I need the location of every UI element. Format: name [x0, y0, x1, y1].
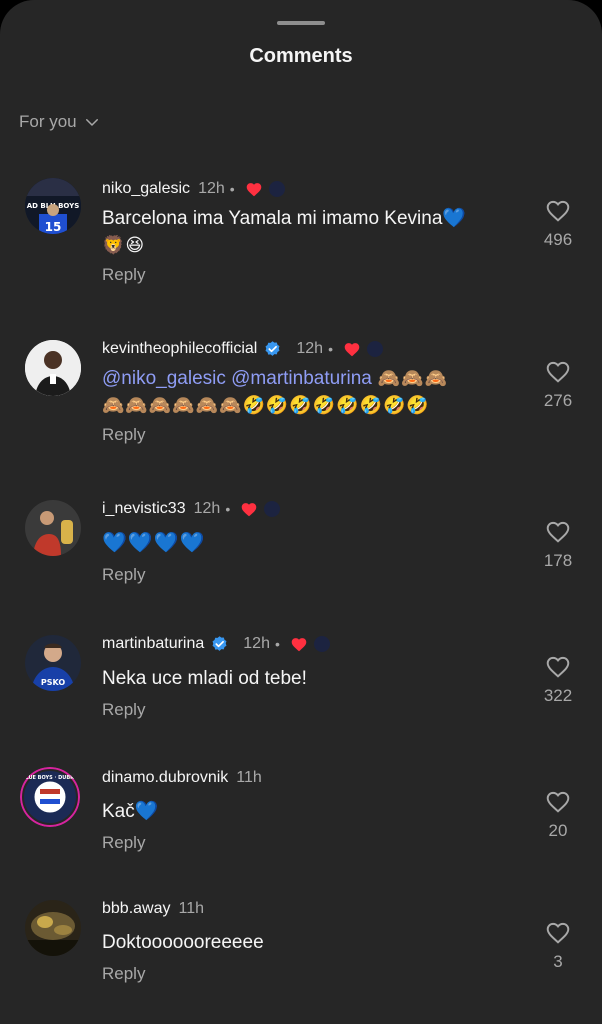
verified-badge-icon — [212, 635, 227, 651]
avatar-badge-text: BAD BLUE BOYS · DUBROVNIK — [20, 775, 80, 781]
filter-dropdown[interactable]: For you — [19, 112, 101, 132]
heart-outline-icon — [546, 922, 570, 944]
author-mini-avatar — [264, 501, 281, 517]
comment-username[interactable]: martinbaturina — [102, 635, 204, 653]
avatar[interactable] — [25, 340, 81, 396]
avatar[interactable] — [25, 500, 81, 556]
comment-time: 11h — [236, 769, 262, 786]
heart-outline-icon — [546, 200, 570, 222]
like-count: 3 — [553, 952, 563, 971]
like-button[interactable]: 322 — [538, 654, 578, 706]
heart-outline-icon — [546, 521, 570, 543]
heart-outline-icon — [546, 656, 570, 678]
svg-text:PSKO: PSKO — [41, 678, 65, 687]
author-mini-avatar — [268, 181, 285, 197]
author-liked-heart-icon — [291, 638, 307, 652]
reply-button[interactable]: Reply — [102, 565, 522, 585]
like-button[interactable]: 3 — [538, 920, 578, 972]
comment-time: 12h — [243, 635, 270, 652]
drag-handle[interactable] — [277, 21, 325, 25]
author-liked-heart-icon — [241, 503, 257, 517]
comment-text-line2: 🙈🙈🙈🙈🙈🙈🤣🤣🤣🤣🤣🤣🤣🤣 — [102, 395, 430, 415]
comment-mentions[interactable]: @niko_galesic @martinbaturina — [102, 368, 372, 389]
avatar[interactable] — [25, 900, 81, 956]
author-mini-avatar — [313, 636, 330, 652]
sheet-title: Comments — [249, 45, 353, 67]
like-count: 322 — [543, 686, 573, 705]
like-count: 276 — [543, 391, 573, 410]
comment-text: 💙💙💙💙 — [102, 532, 206, 554]
reply-button[interactable]: Reply — [102, 964, 522, 984]
author-mini-avatar — [366, 341, 383, 357]
reply-button[interactable]: Reply — [102, 265, 522, 285]
reply-button[interactable]: Reply — [102, 700, 522, 720]
comment-username[interactable]: kevintheophilecofficial — [102, 340, 257, 358]
reply-button[interactable]: Reply — [102, 425, 522, 445]
comment-username[interactable]: i_nevistic33 — [102, 500, 186, 518]
author-liked-heart-icon — [344, 343, 360, 357]
avatar[interactable]: AD BLU BOYS 15 — [25, 178, 81, 234]
author-liked-heart-icon — [246, 183, 261, 197]
heart-outline-icon — [546, 791, 570, 813]
comment-time: 12h — [198, 180, 225, 197]
comment-text: Barcelona ima Yamala mi imamo Kevina💙 — [102, 208, 467, 229]
comment-time: 12h — [296, 340, 324, 357]
like-button[interactable]: 276 — [538, 359, 578, 411]
chevron-down-icon — [85, 119, 98, 126]
like-button[interactable]: 178 — [538, 519, 578, 571]
comment-time: 11h — [178, 900, 205, 917]
comment-text: Doktooooooreeeee — [102, 932, 264, 953]
like-count: 178 — [543, 551, 573, 570]
comment-username[interactable]: niko_galesic — [102, 180, 190, 198]
comment-text-line2: 🦁😆 — [102, 235, 146, 255]
heart-outline-icon — [546, 361, 570, 383]
like-button[interactable]: 496 — [538, 198, 578, 250]
comment-text: Neka uce mladi od tebe! — [102, 668, 307, 689]
avatar[interactable]: BAD BLUE BOYS · DUBROVNIK — [20, 767, 80, 827]
svg-text:15: 15 — [45, 220, 62, 234]
filter-label: For you — [19, 112, 77, 131]
comment-text: 🙈🙈🙈 — [371, 368, 449, 388]
comment-time: 12h — [193, 500, 221, 517]
comment-text: Kač💙 — [102, 801, 159, 822]
verified-badge-icon — [265, 340, 280, 356]
like-button[interactable]: 20 — [538, 789, 578, 841]
comment-username[interactable]: dinamo.dubrovnik — [102, 769, 228, 787]
reply-button[interactable]: Reply — [102, 833, 522, 853]
comments-sheet: Comments For you AD BLU BOYS 15 niko_gal… — [0, 0, 602, 1024]
like-count: 20 — [548, 821, 568, 840]
comment-username[interactable]: bbb.away — [102, 900, 171, 918]
like-count: 496 — [543, 230, 573, 249]
avatar[interactable]: PSKO — [25, 635, 81, 691]
